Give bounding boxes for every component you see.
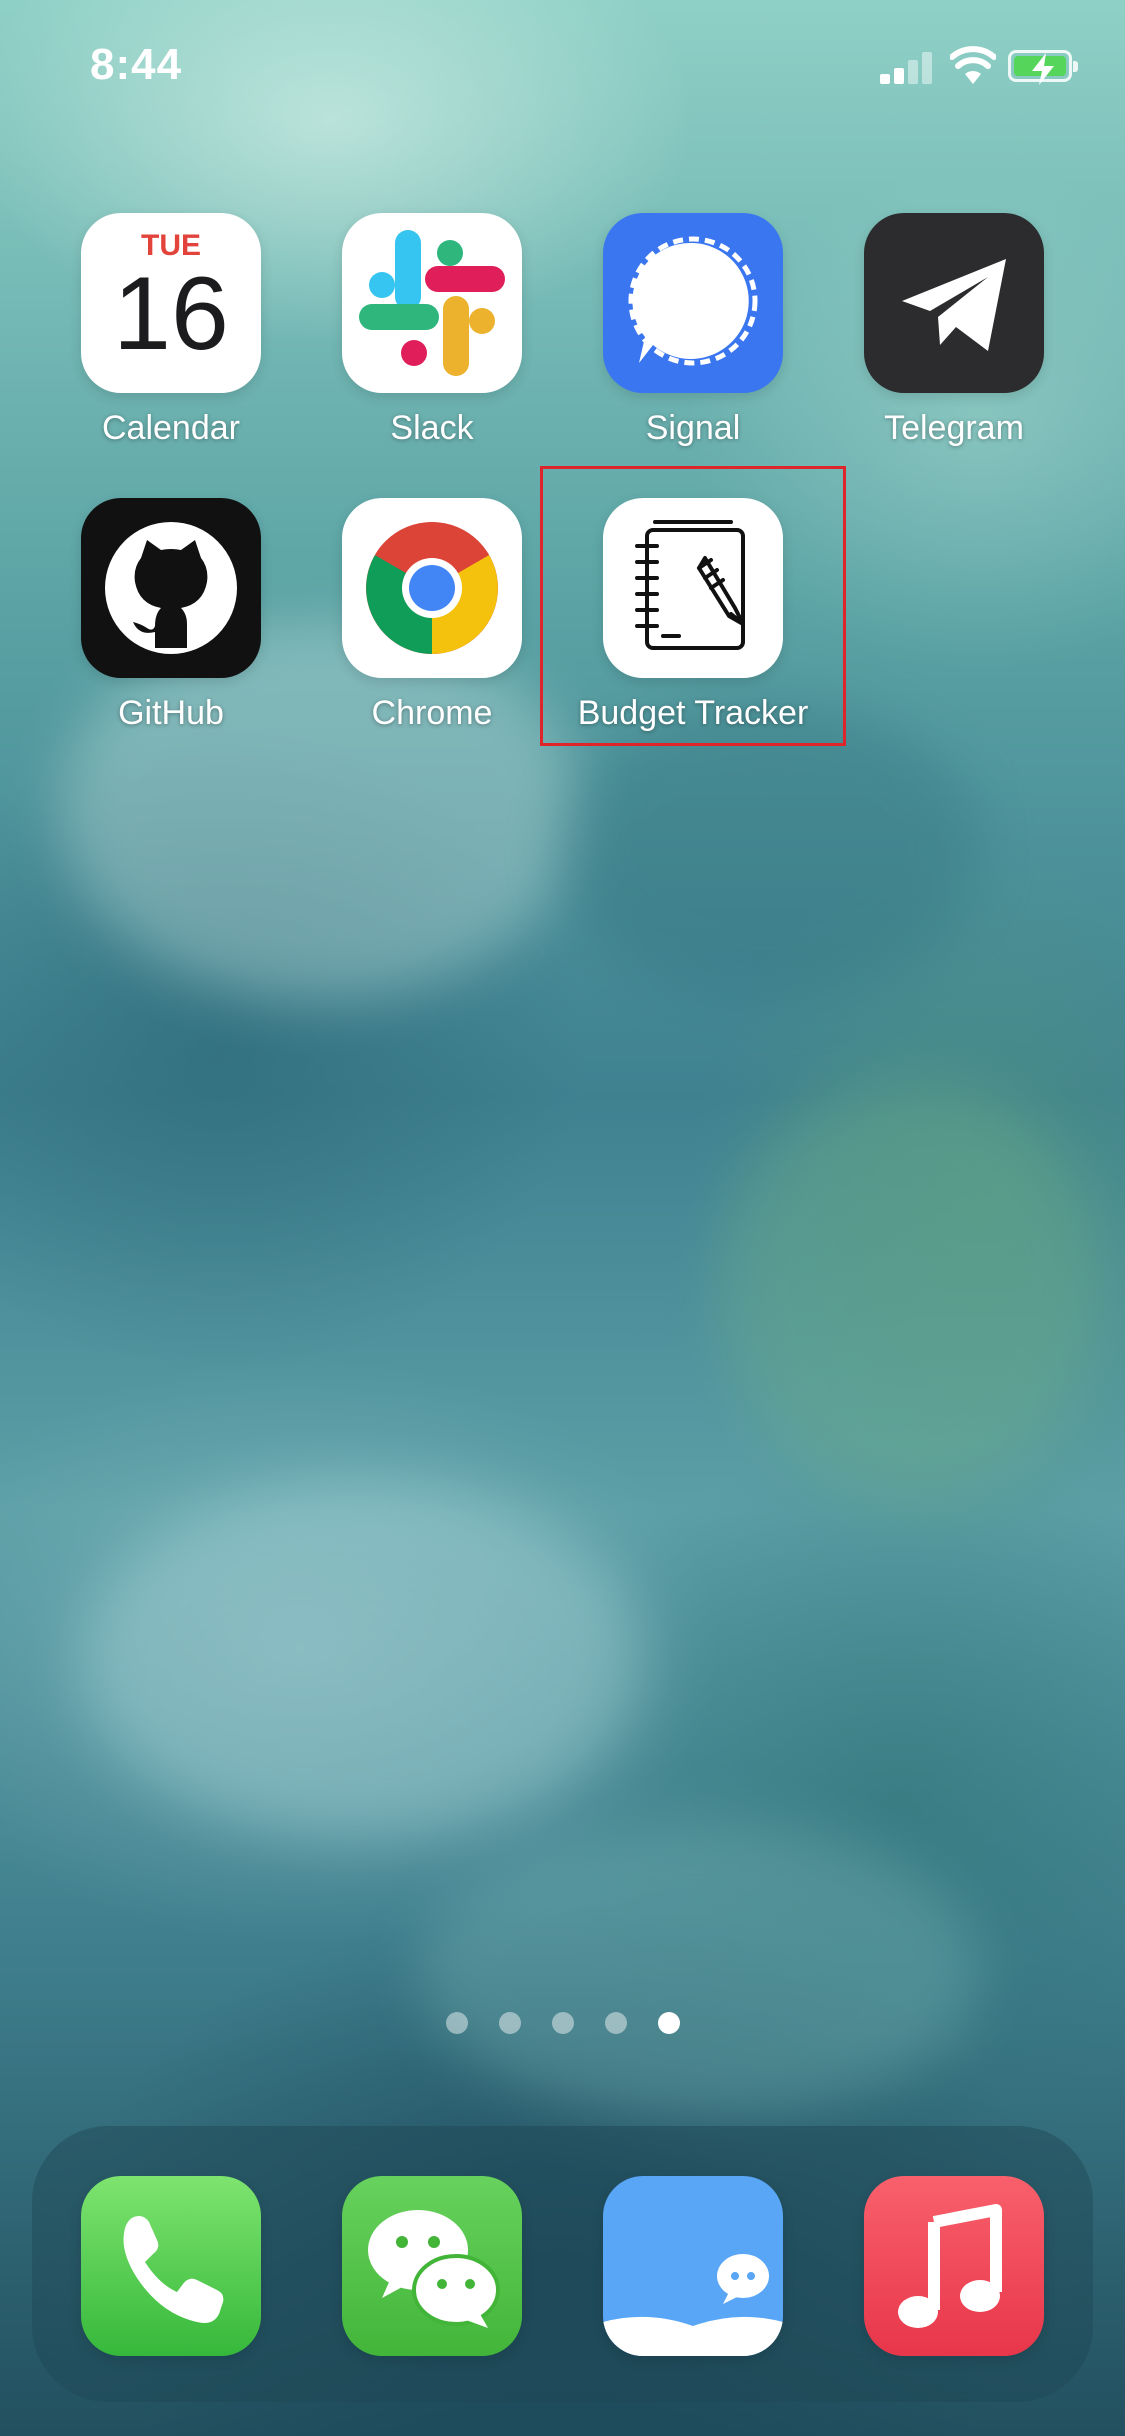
app-signal[interactable]: Signal <box>603 213 783 448</box>
github-icon <box>81 498 261 678</box>
app-label: Telegram <box>884 409 1024 447</box>
app-label: Slack <box>390 409 474 447</box>
cellular-signal-icon <box>880 52 934 84</box>
page-dot-active[interactable] <box>658 2012 680 2034</box>
wechat-icon <box>342 2176 522 2356</box>
dock-app-phone[interactable] <box>81 2176 261 2356</box>
page-dot[interactable] <box>446 2012 468 2034</box>
smoke-cloud <box>720 1080 1100 1500</box>
wifi-icon <box>950 46 996 84</box>
smoke-cloud <box>80 1480 640 1840</box>
dock-app-wechat[interactable] <box>342 2176 522 2356</box>
dock-app-books[interactable] <box>603 2176 783 2356</box>
signal-icon <box>603 213 783 393</box>
smoke-cloud <box>420 1820 980 2120</box>
app-label: GitHub <box>118 694 224 732</box>
status-time: 8:44 <box>90 40 183 89</box>
chrome-icon <box>342 498 522 678</box>
slack-icon <box>342 213 522 393</box>
app-label: Signal <box>645 409 741 447</box>
phone-icon <box>81 2176 261 2356</box>
telegram-icon <box>864 213 1044 393</box>
app-github[interactable]: GitHub <box>81 498 261 733</box>
battery-icon <box>1008 50 1078 85</box>
app-telegram[interactable]: Telegram <box>864 213 1044 448</box>
page-dot[interactable] <box>552 2012 574 2034</box>
dock-app-music[interactable] <box>864 2176 1044 2356</box>
status-bar: 8:44 <box>0 0 1125 130</box>
app-calendar[interactable]: TUE 16 Calendar <box>81 213 261 448</box>
page-dot[interactable] <box>605 2012 627 2034</box>
highlight-box <box>540 466 846 746</box>
charging-bolt-icon <box>1032 53 1054 85</box>
calendar-icon: TUE 16 <box>81 213 261 393</box>
music-note-icon <box>864 2176 1044 2356</box>
calendar-date: 16 <box>113 256 229 372</box>
page-indicator[interactable] <box>446 2012 680 2034</box>
app-label: Calendar <box>102 409 240 447</box>
app-label: Chrome <box>371 694 493 732</box>
page-dot[interactable] <box>499 2012 521 2034</box>
app-chrome[interactable]: Chrome <box>342 498 522 733</box>
book-chat-icon <box>603 2176 783 2356</box>
app-slack[interactable]: Slack <box>342 213 522 448</box>
